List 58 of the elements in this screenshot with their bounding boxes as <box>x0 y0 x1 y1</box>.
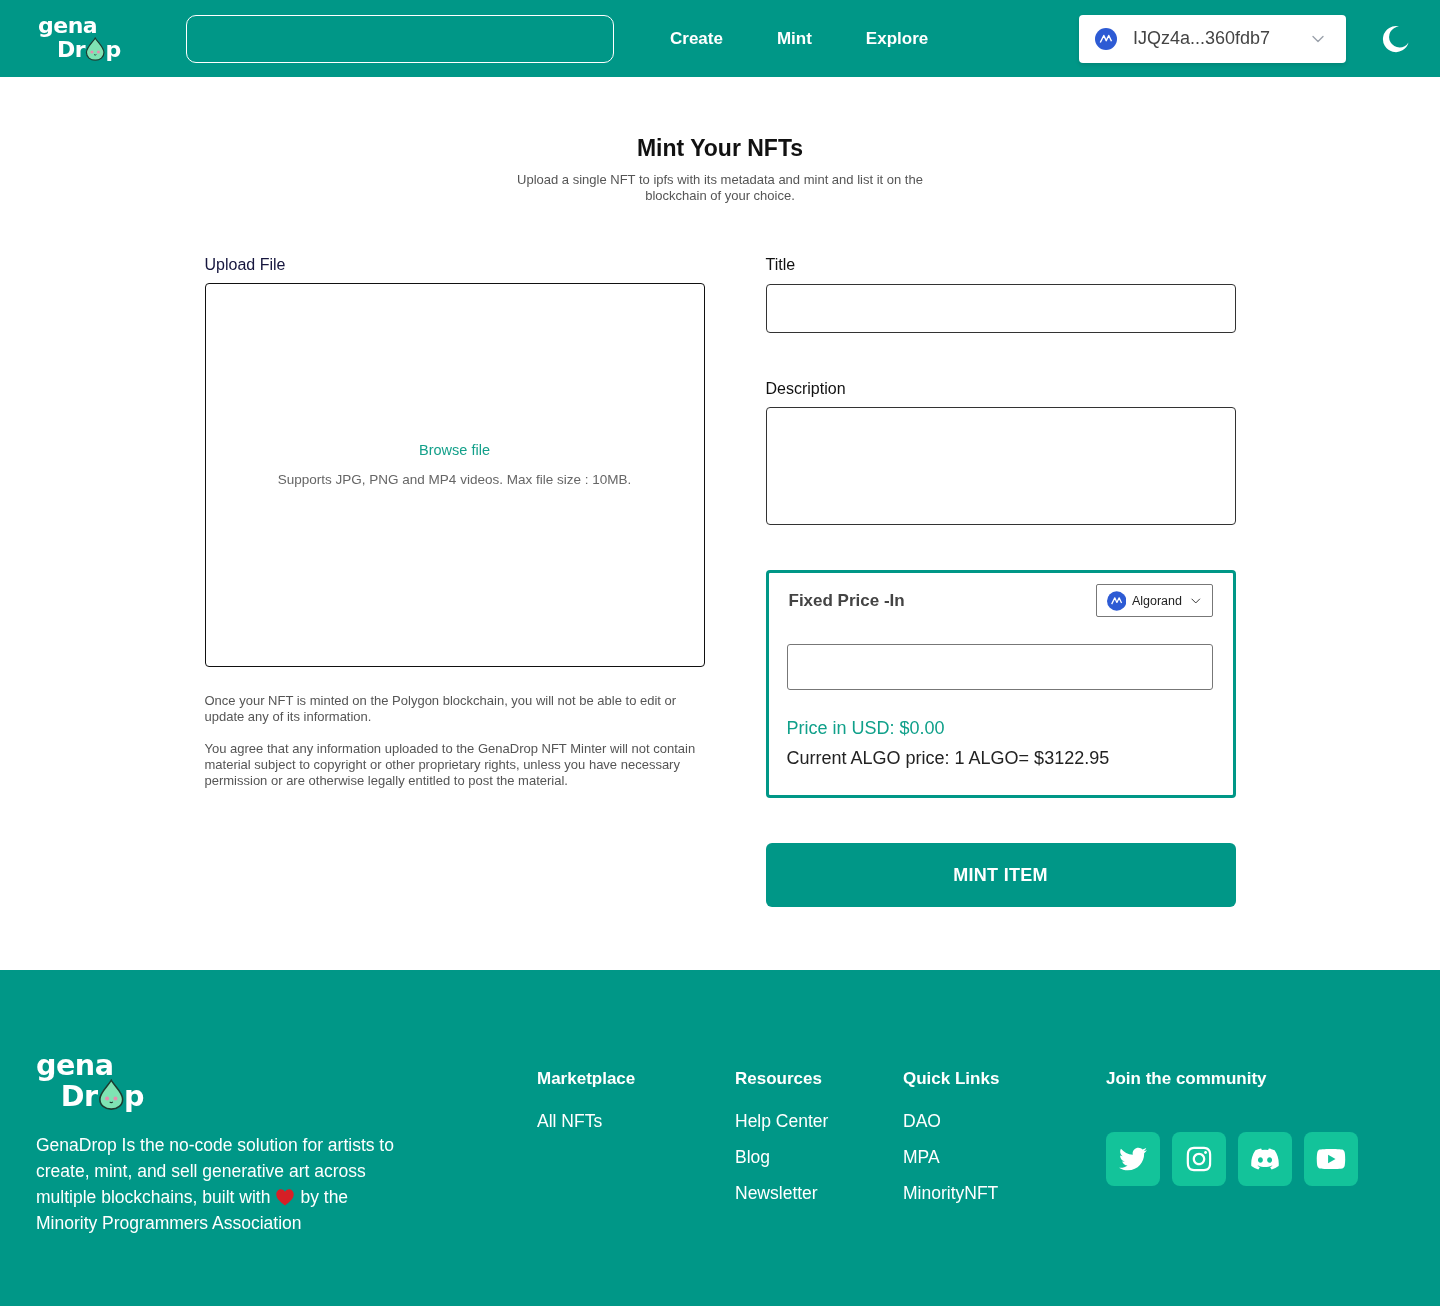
nav-link[interactable]: Create <box>670 28 723 49</box>
social-link[interactable] <box>1238 1132 1292 1186</box>
footer-heading: Resources <box>735 1068 822 1090</box>
notice-text: You agree that any information uploaded to the GenaDrop NFT Minter will not contain material subject to copyright or other proprietary rights, unless you have necessary permission or are otherwise legally entitled to post the material. <box>204 741 697 789</box>
field-label: Description <box>765 379 846 399</box>
usd-price-text: Price in USD: $0.00 <box>786 717 945 740</box>
notice-text: Once your NFT is minted on the Polygon blockchain, you will not be able to edit or update any of its information. <box>204 693 678 725</box>
search-field[interactable] <box>186 14 614 63</box>
about-text: create, mint, and sell generative art across <box>36 1160 366 1183</box>
footer-link[interactable]: MPA <box>903 1146 940 1168</box>
about-text: GenaDrop Is the no-code solution for artists to <box>36 1134 394 1157</box>
about-text: multiple blockchains, built with <box>36 1186 271 1209</box>
about-text: Minority Programmers Association <box>36 1212 302 1235</box>
logo-text[interactable]: p <box>105 40 121 61</box>
camera-icon <box>1185 1145 1213 1173</box>
footer-heading: Quick Links <box>903 1068 1000 1090</box>
about-text: by the <box>300 1186 349 1209</box>
footer-link[interactable]: All NFTs <box>537 1110 603 1132</box>
title-field[interactable] <box>765 284 1236 333</box>
logo-text[interactable]: gena <box>38 16 98 37</box>
price-field[interactable] <box>786 644 1213 690</box>
coin-icon <box>1106 590 1126 611</box>
exchange-rate-text: Current ALGO price: 1 ALGO= $3122.95 <box>786 747 1110 770</box>
nav-link[interactable]: Mint <box>776 28 812 49</box>
footer-link[interactable]: Blog <box>735 1146 771 1168</box>
description-field[interactable] <box>765 407 1236 525</box>
social-link[interactable] <box>1106 1132 1160 1186</box>
footer-heading: Marketplace <box>537 1068 636 1090</box>
footer-link[interactable]: MinorityNFT <box>903 1182 999 1204</box>
page-subtitle: Upload a single NFT to ipfs with its metadata and mint and list it on the blockchain of your choice. <box>516 172 924 204</box>
heart-icon <box>276 1188 295 1206</box>
social-link[interactable] <box>1172 1132 1226 1186</box>
footer-link[interactable]: Help Center <box>735 1110 829 1132</box>
field-label: Upload File <box>204 255 286 275</box>
logo-text[interactable]: Dr <box>60 1083 98 1111</box>
upload-hint: Supports JPG, PNG and MP4 videos. Max file size : 10MB. <box>277 471 632 489</box>
mint-button[interactable]: MINT ITEM <box>765 843 1236 907</box>
footer-link[interactable]: DAO <box>903 1110 941 1132</box>
price-title: Fixed Price -In <box>788 590 905 611</box>
logo-text[interactable]: gena <box>36 1052 114 1080</box>
drop-mascot-icon <box>85 36 106 61</box>
logo-text[interactable]: Dr <box>57 40 86 61</box>
nav-link[interactable]: Explore <box>865 28 929 49</box>
footer-link[interactable]: Newsletter <box>735 1182 818 1204</box>
coin-icon <box>1095 27 1117 50</box>
drop-mascot-icon <box>97 1079 125 1111</box>
moon-icon <box>1382 24 1410 53</box>
chain-dropdown[interactable]: Algorand <box>1095 584 1213 617</box>
dark-mode-toggle[interactable] <box>1382 24 1410 53</box>
field-label: Title <box>765 255 796 275</box>
wallet-button[interactable]: IJQz4a...360fdb7 <box>1079 14 1346 63</box>
upload-dropzone[interactable]: Browse file Supports JPG, PNG and MP4 videos. Max file size : 10MB. <box>204 283 705 667</box>
bird-icon <box>1119 1145 1147 1173</box>
browse-file-link[interactable]: Browse file <box>419 441 490 459</box>
social-link[interactable] <box>1304 1132 1358 1186</box>
logo-text[interactable]: p <box>124 1083 144 1111</box>
page-title: Mint Your NFTs <box>636 134 804 162</box>
footer-heading: Join the community <box>1106 1068 1267 1090</box>
